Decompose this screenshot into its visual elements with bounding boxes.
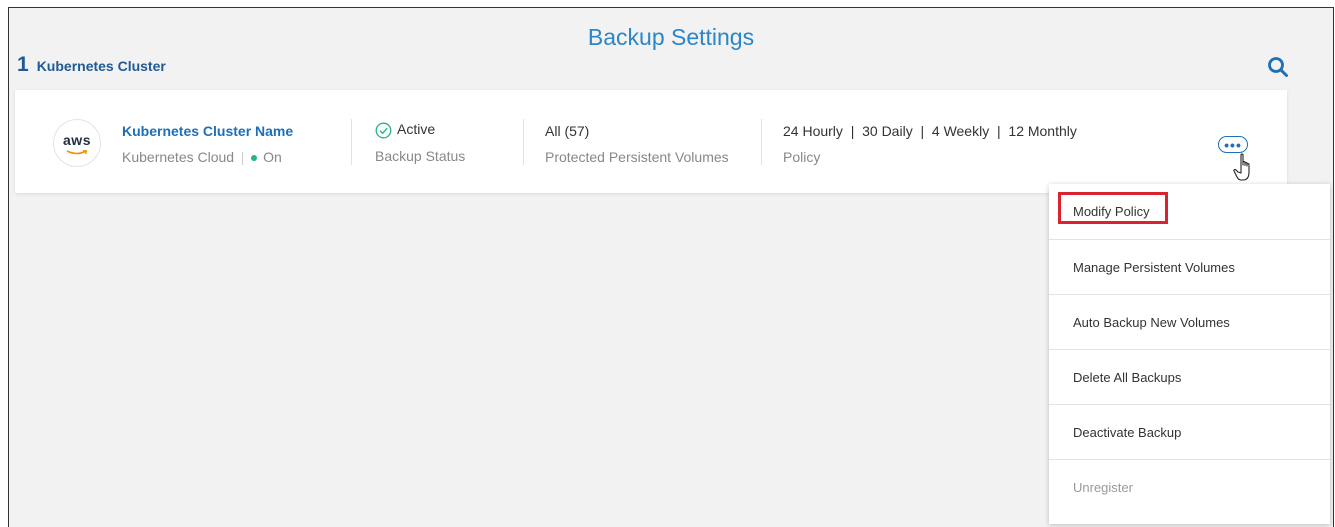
search-icon[interactable] bbox=[1267, 56, 1289, 78]
column-divider bbox=[351, 119, 352, 165]
column-divider bbox=[761, 119, 762, 165]
menu-item-delete-all-backups[interactable]: Delete All Backups bbox=[1049, 350, 1330, 405]
page-title: Backup Settings bbox=[587, 24, 755, 50]
column-divider bbox=[523, 119, 524, 165]
check-circle-icon bbox=[375, 122, 392, 139]
volumes-label: Protected Persistent Volumes bbox=[545, 149, 729, 165]
more-options-button[interactable]: ••• bbox=[1218, 136, 1248, 153]
highlight-box bbox=[1058, 192, 1168, 224]
volumes-column: All (57) Protected Persistent Volumes bbox=[545, 123, 729, 165]
more-options-icon: ••• bbox=[1224, 137, 1242, 153]
policy-column: 24 Hourly | 30 Daily | 4 Weekly | 12 Mon… bbox=[783, 123, 1077, 165]
aws-logo: aws bbox=[53, 119, 101, 167]
backup-status-label: Backup Status bbox=[375, 147, 466, 164]
volumes-value: All (57) bbox=[545, 123, 590, 139]
menu-item-deactivate-backup[interactable]: Deactivate Backup bbox=[1049, 405, 1330, 460]
policy-value: 24 Hourly | 30 Daily | 4 Weekly | 12 Mon… bbox=[783, 123, 1077, 139]
menu-item-manage-persistent-volumes[interactable]: Manage Persistent Volumes bbox=[1049, 240, 1330, 295]
cluster-count: 1 bbox=[17, 53, 29, 76]
menu-item-unregister[interactable]: Unregister bbox=[1049, 460, 1330, 515]
cluster-count-header: 1 Kubernetes Cluster bbox=[17, 53, 166, 77]
aws-smile-icon bbox=[66, 150, 88, 155]
divider bbox=[242, 151, 244, 165]
backup-status-row: Active bbox=[375, 121, 465, 139]
cluster-card: aws Kubernetes Cluster Name Kubernetes C… bbox=[15, 90, 1287, 193]
cluster-actions-menu: Modify Policy Manage Persistent Volumes … bbox=[1049, 184, 1330, 524]
hand-cursor-icon bbox=[1233, 153, 1250, 181]
backup-status-column: Active Backup Status bbox=[375, 121, 465, 164]
policy-label: Policy bbox=[783, 149, 821, 165]
backup-settings-panel: Backup Settings 1 Kubernetes Cluster aws… bbox=[8, 7, 1334, 527]
cluster-name-link[interactable]: Kubernetes Cluster Name bbox=[122, 123, 293, 139]
backup-status-value: Active bbox=[397, 121, 436, 137]
cluster-state: On bbox=[263, 149, 282, 165]
cluster-name-column: Kubernetes Cluster Name Kubernetes Cloud… bbox=[122, 123, 293, 165]
cluster-cloud-row: Kubernetes Cloud On bbox=[122, 149, 293, 165]
status-dot bbox=[251, 155, 258, 162]
menu-item-auto-backup-new-volumes[interactable]: Auto Backup New Volumes bbox=[1049, 295, 1330, 350]
cluster-count-label: Kubernetes Cluster bbox=[36, 58, 166, 74]
logo-text: aws bbox=[63, 132, 91, 148]
cluster-cloud: Kubernetes Cloud bbox=[122, 149, 235, 165]
